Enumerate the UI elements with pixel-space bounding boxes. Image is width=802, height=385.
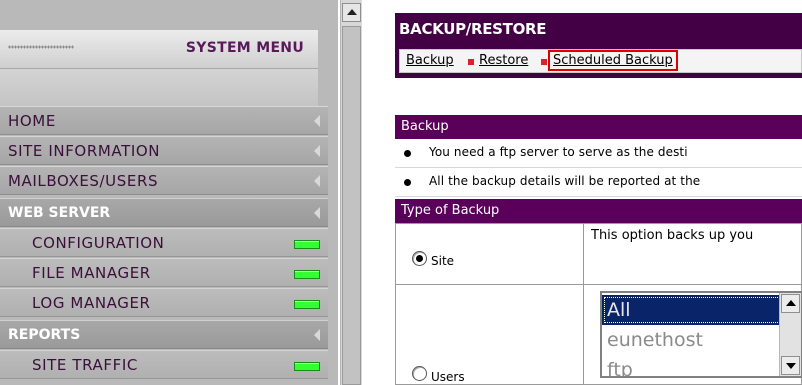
- page-title: BACKUP/RESTORE: [399, 20, 547, 38]
- info-text: You need a ftp server to serve as the de…: [429, 145, 688, 159]
- system-menu-panel: SYSTEM MENU HOME SITE INFORMATION MAILBO…: [0, 0, 338, 385]
- radio-label-users: Users: [431, 370, 465, 384]
- menu-item-site-traffic[interactable]: SITE TRAFFIC: [0, 350, 328, 379]
- grip-dots-icon: [8, 45, 74, 49]
- menu-spacer: [0, 69, 318, 106]
- arrow-left-icon: [314, 175, 320, 187]
- menu-section-reports[interactable]: REPORTS: [0, 320, 328, 349]
- menu-item-label: SITE INFORMATION: [8, 142, 161, 160]
- page-header: BACKUP/RESTORE Backup Restore Scheduled …: [395, 13, 802, 78]
- menu-item-log-manager[interactable]: LOG MANAGER: [0, 288, 328, 317]
- menu-section-label: WEB SERVER: [8, 205, 111, 221]
- separator-square-icon: [468, 59, 474, 65]
- info-bullet-row: All the backup details will be reported …: [395, 168, 802, 197]
- list-item[interactable]: All: [602, 295, 782, 325]
- menu-item-label: HOME: [8, 112, 56, 130]
- info-bullet-row: You need a ftp server to serve as the de…: [395, 139, 802, 168]
- system-menu-header: SYSTEM MENU: [0, 30, 318, 69]
- backup-section-header: Backup: [395, 113, 802, 139]
- option-description: This option backs up you: [591, 228, 754, 243]
- listbox-scrollbar[interactable]: [779, 293, 801, 376]
- list-item[interactable]: eunethost: [602, 325, 782, 355]
- section-heading: Backup: [401, 119, 449, 134]
- radio-site[interactable]: [412, 251, 427, 266]
- section-heading: Type of Backup: [401, 203, 500, 218]
- menu-item-label: SITE TRAFFIC: [32, 356, 138, 374]
- scroll-up-arrow-icon[interactable]: [342, 3, 361, 22]
- tab-scheduled-backup[interactable]: Scheduled Backup: [548, 50, 678, 71]
- list-item[interactable]: ftp: [602, 355, 782, 376]
- tab-restore[interactable]: Restore: [479, 53, 528, 68]
- scroll-down-arrow-icon[interactable]: [781, 356, 800, 375]
- menu-item-home[interactable]: HOME: [0, 106, 328, 135]
- menu-section-label: REPORTS: [8, 327, 81, 343]
- menu-item-label: FILE MANAGER: [32, 264, 151, 282]
- menu-item-file-manager[interactable]: FILE MANAGER: [0, 258, 328, 287]
- scroll-up-arrow-icon[interactable]: [781, 294, 800, 313]
- info-text: All the backup details will be reported …: [429, 174, 701, 188]
- arrow-left-icon: [314, 145, 320, 157]
- tab-backup[interactable]: Backup: [406, 53, 454, 68]
- arrow-left-icon: [314, 115, 320, 127]
- menu-item-mailboxes-users[interactable]: MAILBOXES/USERS: [0, 166, 328, 195]
- menu-item-label: LOG MANAGER: [32, 294, 151, 312]
- type-of-backup-header: Type of Backup: [395, 197, 802, 223]
- arrow-left-icon: [314, 329, 320, 341]
- backup-option-site-row: Site This option backs up you: [395, 223, 802, 285]
- system-menu-title: SYSTEM MENU: [185, 40, 304, 56]
- radio-label-site: Site: [431, 254, 455, 268]
- status-led-icon: [294, 362, 320, 371]
- menu-scrollbar[interactable]: [340, 0, 362, 385]
- menu-item-configuration[interactable]: CONFIGURATION: [0, 228, 328, 257]
- menu-item-site-information[interactable]: SITE INFORMATION: [0, 136, 328, 165]
- scrollbar-thumb[interactable]: [342, 26, 361, 385]
- separator-square-icon: [541, 59, 547, 65]
- bullet-icon: [404, 150, 411, 157]
- menu-item-label: MAILBOXES/USERS: [8, 172, 159, 190]
- users-listbox[interactable]: All eunethost ftp: [600, 291, 802, 378]
- status-led-icon: [294, 300, 320, 309]
- menu-section-web-server[interactable]: WEB SERVER: [0, 198, 328, 227]
- backup-option-users-row: Users All eunethost ftp: [395, 284, 802, 385]
- arrow-left-icon: [314, 207, 320, 219]
- radio-users[interactable]: [412, 366, 427, 381]
- bullet-icon: [404, 179, 411, 186]
- status-led-icon: [294, 270, 320, 279]
- status-led-icon: [294, 240, 320, 249]
- tab-bar: Backup Restore Scheduled Backup: [399, 49, 802, 73]
- menu-item-label: CONFIGURATION: [32, 234, 165, 252]
- backup-restore-content: BACKUP/RESTORE Backup Restore Scheduled …: [395, 13, 802, 385]
